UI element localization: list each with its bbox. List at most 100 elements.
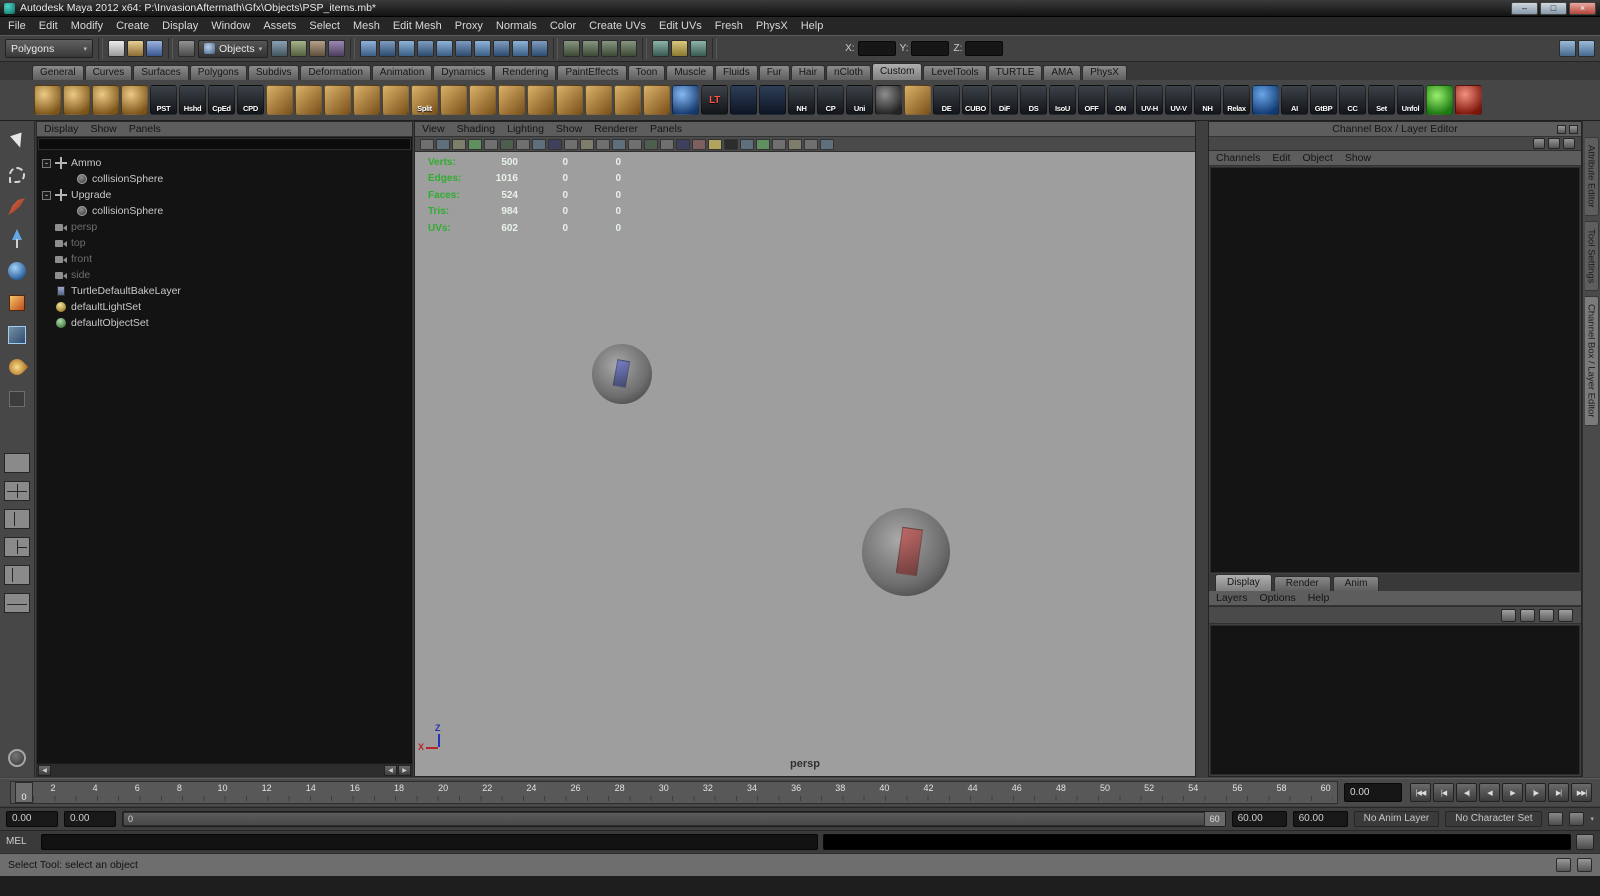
viewport-toolbar-icon[interactable] xyxy=(756,138,770,150)
shelf-item[interactable] xyxy=(585,85,612,115)
script-editor-icon[interactable] xyxy=(1576,833,1594,850)
maximize-button[interactable]: □ xyxy=(1540,1,1567,15)
shelf-item[interactable] xyxy=(324,85,351,115)
shelf-tab[interactable]: Surfaces xyxy=(133,65,189,80)
sidebar-toggle-icon[interactable] xyxy=(1578,40,1595,57)
current-time-field[interactable]: 0.00 xyxy=(1344,783,1402,802)
menu-set-selector[interactable]: Polygons ▾ xyxy=(5,39,93,58)
layer-tool-icon[interactable] xyxy=(1558,608,1573,622)
animation-start-field[interactable]: 0.00 xyxy=(6,810,58,827)
shelf-item[interactable] xyxy=(498,85,525,115)
panel-menu-item[interactable]: Object xyxy=(1302,152,1332,164)
outliner-row[interactable]: - Upgrade xyxy=(37,187,412,203)
channel-lock-icon[interactable] xyxy=(1563,138,1575,149)
scene-file-icon[interactable] xyxy=(146,40,163,57)
layout-preset-button[interactable] xyxy=(4,537,30,557)
component-mask-icon[interactable] xyxy=(271,40,289,57)
shelf-tab[interactable]: TURTLE xyxy=(987,65,1043,80)
panel-menu-item[interactable]: Shading xyxy=(457,123,496,135)
shelf-tab[interactable]: Animation xyxy=(371,65,433,80)
shelf-tab[interactable]: Hair xyxy=(790,65,826,80)
viewport-toolbar-icon[interactable] xyxy=(532,138,546,150)
shelf-item[interactable]: ON xyxy=(1107,85,1134,115)
shelf-tab[interactable]: Curves xyxy=(84,65,133,80)
channel-manip-icon[interactable] xyxy=(1533,138,1545,149)
panel-dock-tab[interactable]: Tool Settings xyxy=(1584,220,1599,292)
outliner-row[interactable]: front xyxy=(37,251,412,267)
transport-button[interactable]: ▶▶| xyxy=(1571,783,1592,802)
menu-item[interactable]: Help xyxy=(801,20,824,32)
expand-toggle-icon[interactable]: - xyxy=(42,190,51,200)
help-line-icon[interactable] xyxy=(1577,858,1592,872)
history-toggle-icon[interactable] xyxy=(563,40,581,57)
panel-menu-item[interactable]: Display xyxy=(44,123,78,135)
shelf-item[interactable] xyxy=(63,85,90,115)
menu-item[interactable]: Edit Mesh xyxy=(393,20,442,32)
minimize-button[interactable]: – xyxy=(1511,1,1538,15)
shelf-item[interactable]: Relax xyxy=(1223,85,1250,115)
panel-menu-item[interactable]: Renderer xyxy=(594,123,638,135)
shelf-item[interactable]: Uni xyxy=(846,85,873,115)
animation-prefs-icon[interactable] xyxy=(1569,811,1585,826)
layout-preset-button[interactable] xyxy=(4,565,30,585)
outliner-row[interactable]: TurtleDefaultBakeLayer xyxy=(37,283,412,299)
layer-editor-tab[interactable]: Render xyxy=(1273,576,1331,591)
shelf-tab[interactable]: Fur xyxy=(758,65,790,80)
menu-item[interactable]: PhysX xyxy=(756,20,788,32)
anim-layer-button[interactable]: No Anim Layer xyxy=(1353,810,1440,827)
toolbox-tool-icon[interactable] xyxy=(5,387,29,411)
shelf-item[interactable] xyxy=(92,85,119,115)
shelf-tab[interactable]: Fluids xyxy=(715,65,758,80)
selection-mode-icon[interactable] xyxy=(178,40,195,57)
menu-item[interactable]: Window xyxy=(211,20,250,32)
menu-item[interactable]: File xyxy=(8,20,26,32)
outliner-filter-field[interactable] xyxy=(38,138,411,150)
layer-tool-icon[interactable] xyxy=(1501,608,1516,622)
snap-tool-icon[interactable] xyxy=(398,40,416,57)
snap-tool-icon[interactable] xyxy=(417,40,435,57)
menu-item[interactable]: Modify xyxy=(71,20,103,32)
shelf-item[interactable]: NH xyxy=(788,85,815,115)
shelf-item[interactable] xyxy=(527,85,554,115)
render-tool-icon[interactable] xyxy=(652,40,670,57)
panel-splitter[interactable] xyxy=(1196,121,1208,777)
snap-tool-icon[interactable] xyxy=(360,40,378,57)
shelf-item[interactable] xyxy=(614,85,641,115)
shelf-item[interactable] xyxy=(759,85,786,115)
panel-menu-item[interactable]: View xyxy=(422,123,445,135)
status-divider[interactable] xyxy=(350,38,356,59)
render-tool-icon[interactable] xyxy=(690,40,708,57)
menu-item[interactable]: Edit xyxy=(39,20,58,32)
viewport-toolbar-icon[interactable] xyxy=(612,138,626,150)
shelf-tab[interactable]: nCloth xyxy=(826,65,871,80)
scroll-right-icon[interactable]: ▶ xyxy=(398,764,411,776)
snap-tool-icon[interactable] xyxy=(474,40,492,57)
shelf-item[interactable]: CpEd xyxy=(208,85,235,115)
outliner-row[interactable]: - Ammo xyxy=(37,155,412,171)
ammo-pickup-object[interactable] xyxy=(592,344,652,404)
panel-menu-item[interactable]: Show xyxy=(1345,152,1371,164)
command-language-button[interactable]: MEL xyxy=(6,836,36,847)
viewport-toolbar-icon[interactable] xyxy=(788,138,802,150)
transport-button[interactable]: ◀| xyxy=(1456,783,1477,802)
toolbox-tool-icon[interactable] xyxy=(5,355,29,379)
shelf-tab[interactable]: Toon xyxy=(627,65,666,80)
shelf-item[interactable]: IsoU xyxy=(1049,85,1076,115)
shelf-item[interactable]: Split xyxy=(411,85,438,115)
transport-button[interactable]: ▶ xyxy=(1502,783,1523,802)
outliner-row[interactable]: defaultObjectSet xyxy=(37,315,412,331)
shelf-item[interactable] xyxy=(643,85,670,115)
outliner-row[interactable]: side xyxy=(37,267,412,283)
shelf-tab[interactable]: Dynamics xyxy=(433,65,494,80)
shelf-item[interactable] xyxy=(904,85,931,115)
snap-tool-icon[interactable] xyxy=(531,40,549,57)
shelf-item[interactable]: AI xyxy=(1281,85,1308,115)
shelf-item[interactable]: CC xyxy=(1339,85,1366,115)
viewport-toolbar-icon[interactable] xyxy=(660,138,674,150)
shelf-tab[interactable]: LevelTools xyxy=(923,65,987,80)
selection-mask-combo[interactable]: Objects ▾ xyxy=(198,39,269,58)
panel-menu-item[interactable]: Show xyxy=(556,123,582,135)
viewport-toolbar-icon[interactable] xyxy=(452,138,466,150)
shelf-item[interactable]: Hshd xyxy=(179,85,206,115)
viewport-toolbar-icon[interactable] xyxy=(644,138,658,150)
